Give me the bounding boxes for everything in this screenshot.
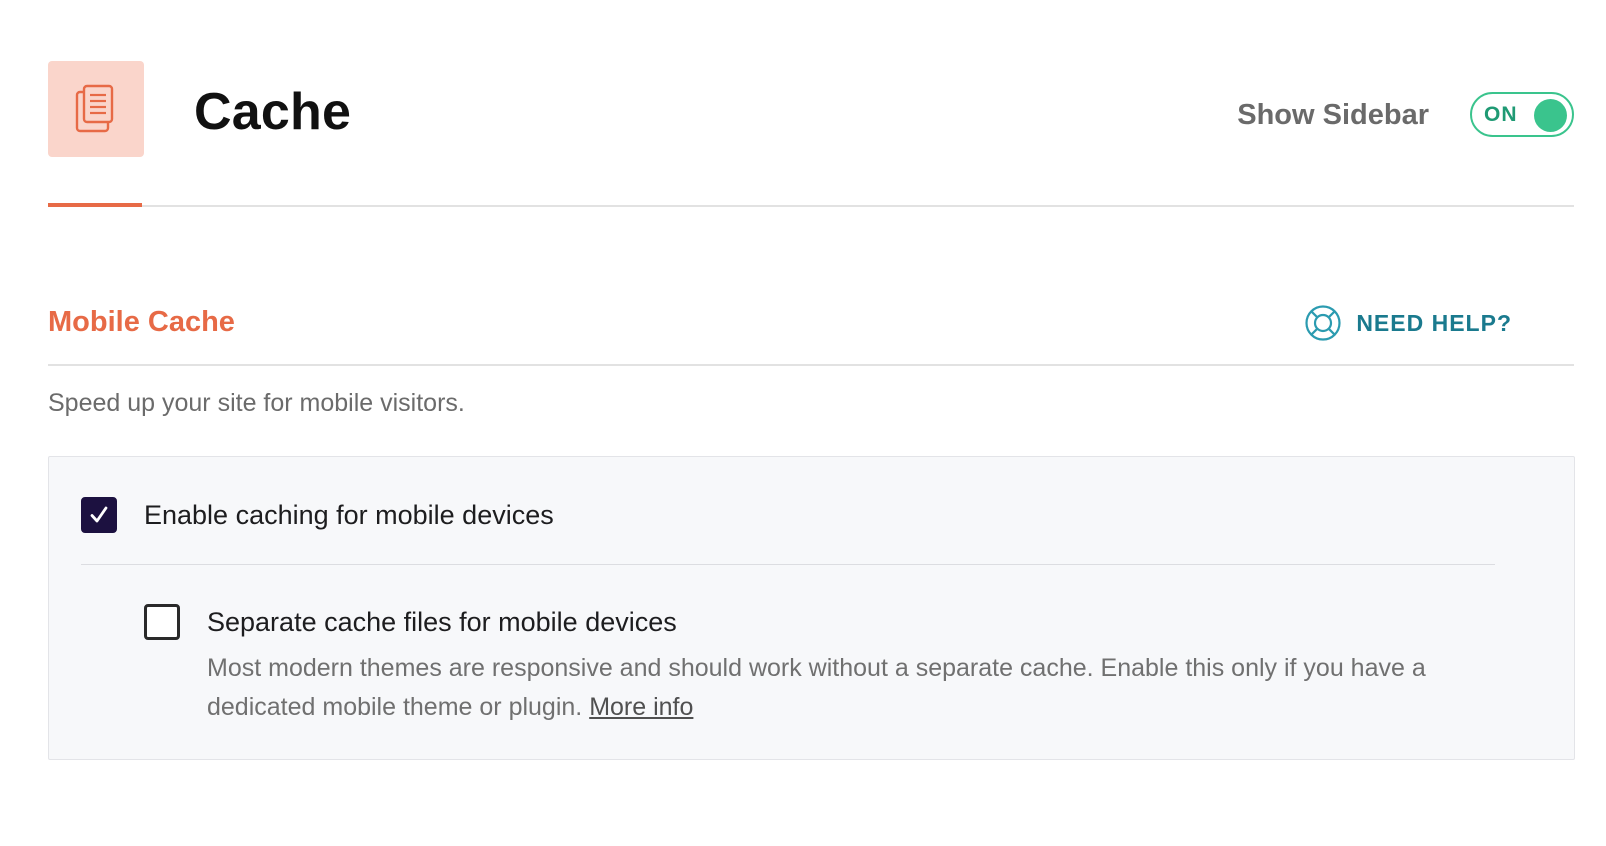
separate-cache-option[interactable]: Separate cache files for mobile devices: [144, 604, 677, 640]
separate-cache-help-text: Most modern themes are responsive and sh…: [207, 654, 1426, 721]
section-description: Speed up your site for mobile visitors.: [48, 389, 465, 417]
show-sidebar-label: Show Sidebar: [1237, 99, 1429, 131]
toggle-state-label: ON: [1484, 103, 1518, 126]
header-divider: [48, 205, 1574, 207]
page-icon: [48, 61, 144, 157]
show-sidebar-toggle[interactable]: ON: [1470, 92, 1574, 137]
section-divider: [48, 364, 1574, 366]
mobile-caching-option[interactable]: Enable caching for mobile devices: [81, 497, 554, 533]
checkmark-icon: [90, 506, 108, 523]
page-title: Cache: [194, 83, 352, 141]
document-icon: [75, 84, 114, 133]
header-divider-accent: [48, 203, 142, 207]
toggle-knob: [1534, 99, 1567, 132]
panel-divider: [81, 564, 1495, 565]
need-help-link[interactable]: NEED HELP?: [1304, 303, 1512, 343]
lifebuoy-icon: [1305, 305, 1341, 341]
page-header: Cache Show Sidebar ON: [48, 61, 1574, 211]
more-info-link[interactable]: More info: [589, 693, 693, 721]
separate-cache-help: Most modern themes are responsive and sh…: [207, 649, 1507, 727]
section-title: Mobile Cache: [48, 306, 235, 338]
need-help-label: NEED HELP?: [1356, 309, 1512, 336]
mobile-caching-checkbox[interactable]: [81, 497, 117, 533]
separate-cache-label: Separate cache files for mobile devices: [207, 607, 677, 637]
options-panel: Enable caching for mobile devices Separa…: [48, 456, 1575, 760]
separate-cache-checkbox[interactable]: [144, 604, 180, 640]
mobile-caching-label: Enable caching for mobile devices: [144, 500, 554, 530]
